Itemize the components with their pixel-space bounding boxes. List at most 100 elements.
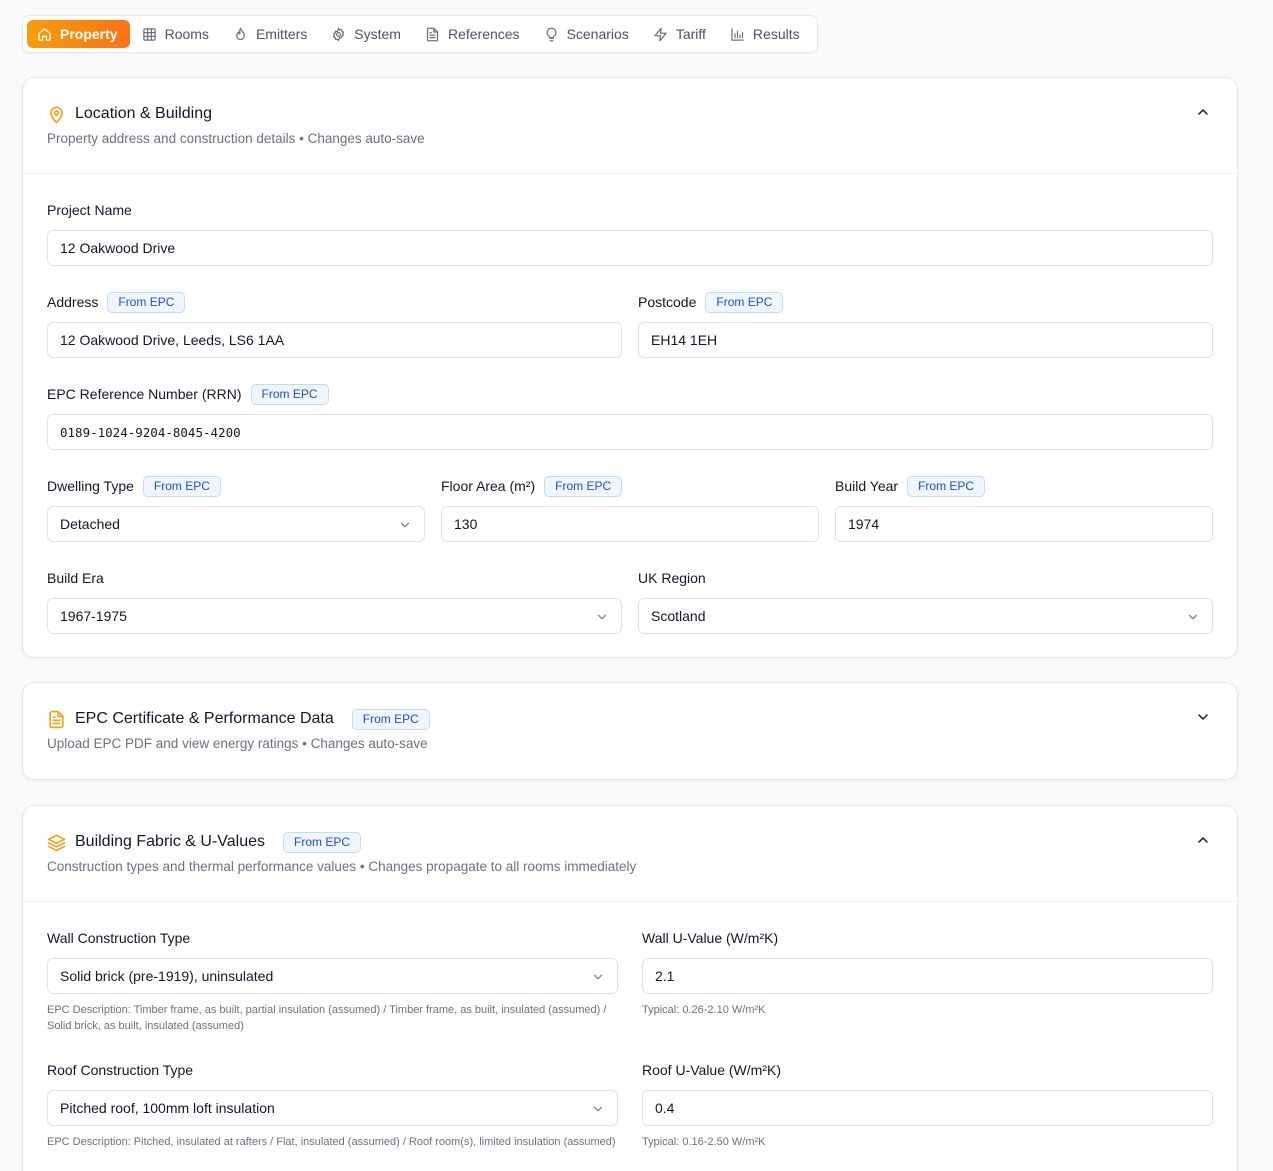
roof-construction-select[interactable]: Pitched roof, 100mm loft insulation [47, 1090, 618, 1126]
map-pin-icon [47, 105, 66, 124]
floor-area-input[interactable]: 130 [441, 506, 819, 542]
tab-references[interactable]: References [413, 20, 532, 48]
build-era-select[interactable]: 1967-1975 [47, 598, 622, 634]
location-building-card: Location & Building Property address and… [22, 77, 1238, 658]
tab-scenarios[interactable]: Scenarios [532, 20, 641, 48]
lightbulb-icon [546, 27, 556, 41]
project-name-field: Project Name 12 Oakwood Drive [47, 199, 1213, 267]
tab-results-label: Results [752, 26, 800, 42]
chevron-up-icon[interactable] [1195, 832, 1211, 848]
uk-region-select[interactable]: Scotland [638, 598, 1213, 634]
chevron-up-icon[interactable] [1195, 104, 1211, 120]
address-input[interactable]: 12 Oakwood Drive, Leeds, LS6 1AA [47, 322, 622, 358]
location-card-title: Location & Building [75, 105, 212, 122]
wall-construction-value: Solid brick (pre-1919), uninsulated [60, 968, 274, 984]
chevron-down-icon [1186, 610, 1200, 624]
fabric-card-divider [23, 901, 1237, 902]
build-year-label: Build Year [835, 478, 899, 494]
roof-construction-value: Pitched roof, 100mm loft insulation [60, 1100, 275, 1116]
roof-u-value-label: Roof U-Value (W/m²K) [642, 1062, 781, 1078]
roof-construction-field: Roof Construction Type Pitched roof, 100… [47, 1059, 618, 1169]
tab-rooms[interactable]: Rooms [130, 20, 221, 48]
wall-construction-select[interactable]: Solid brick (pre-1919), uninsulated [47, 958, 618, 994]
dwelling-type-select[interactable]: Detached [47, 506, 425, 542]
from-epc-badge: From EPC [283, 831, 362, 853]
chevron-down-icon [591, 970, 605, 984]
from-epc-badge: From EPC [107, 291, 186, 313]
uk-region-field: UK Region Scotland [638, 567, 1213, 635]
tab-scenarios-label: Scenarios [566, 26, 629, 42]
epc-rrn-field: EPC Reference Number (RRN) From EPC 0189… [47, 383, 1213, 451]
floor-area-field: Floor Area (m²) From EPC 130 [441, 475, 819, 543]
layers-icon [47, 833, 66, 852]
epc-card-subtitle: Upload EPC PDF and view energy ratings •… [47, 736, 428, 751]
from-epc-badge: From EPC [142, 475, 221, 497]
chevron-down-icon [595, 610, 609, 624]
epc-rrn-input[interactable]: 0189-1024-9204-8045-4200 [47, 414, 1213, 450]
build-era-label: Build Era [47, 570, 104, 586]
lightning-icon [654, 27, 667, 41]
wall-u-value-input[interactable]: 2.1 [642, 958, 1213, 994]
epc-card-title: EPC Certificate & Performance Data [75, 710, 334, 727]
epc-certificate-card: EPC Certificate & Performance Data From … [22, 682, 1238, 780]
build-era-value: 1967-1975 [60, 608, 127, 624]
tab-emitters-label: Emitters [255, 26, 308, 42]
epc-rrn-label: EPC Reference Number (RRN) [47, 386, 242, 402]
from-epc-badge: From EPC [705, 291, 784, 313]
postcode-input[interactable]: EH14 1EH [638, 322, 1213, 358]
dwelling-type-label: Dwelling Type [47, 478, 134, 494]
tab-references-label: References [447, 26, 520, 42]
epc-card-header[interactable]: EPC Certificate & Performance Data From … [23, 683, 1237, 778]
dwelling-type-value: Detached [60, 516, 120, 532]
build-year-field: Build Year From EPC 1974 [835, 475, 1213, 543]
location-card-divider [23, 173, 1237, 174]
wall-u-value-typical: Typical: 0.26-2.10 W/m²K [642, 1004, 766, 1016]
from-epc-badge: From EPC [907, 475, 986, 497]
tab-system[interactable]: System [319, 20, 413, 48]
tab-tariff[interactable]: Tariff [641, 20, 718, 48]
roof-epc-description: EPC Description: Pitched, insulated at r… [47, 1136, 616, 1148]
home-icon [38, 27, 51, 41]
project-name-input[interactable]: 12 Oakwood Drive [47, 230, 1213, 266]
location-card-subtitle: Property address and construction detail… [47, 131, 425, 146]
project-name-label: Project Name [47, 202, 132, 218]
wall-u-value-label: Wall U-Value (W/m²K) [642, 930, 779, 946]
building-fabric-card: Building Fabric & U-Values From EPC Cons… [22, 805, 1238, 1171]
uk-region-label: UK Region [638, 570, 706, 586]
postcode-field: Postcode From EPC EH14 1EH [638, 291, 1213, 359]
tab-emitters[interactable]: Emitters [221, 20, 319, 48]
wall-construction-field: Wall Construction Type Solid brick (pre-… [47, 927, 618, 1037]
tab-property-label: Property [60, 26, 118, 42]
roof-u-value-typical: Typical: 0.16-2.50 W/m²K [642, 1136, 766, 1148]
address-label: Address [47, 294, 99, 310]
file-text-icon [47, 710, 66, 729]
from-epc-badge: From EPC [544, 475, 623, 497]
tab-system-label: System [354, 26, 401, 42]
tab-rooms-label: Rooms [164, 26, 209, 42]
wall-epc-description: EPC Description: Timber frame, as built,… [47, 1004, 607, 1032]
roof-construction-label: Roof Construction Type [47, 1062, 194, 1078]
build-era-field: Build Era 1967-1975 [47, 567, 622, 635]
tab-property[interactable]: Property [27, 20, 130, 48]
document-icon [426, 27, 439, 41]
location-card-header[interactable]: Location & Building Property address and… [23, 78, 1237, 173]
chevron-down-icon [398, 518, 412, 532]
from-epc-badge: From EPC [250, 383, 329, 405]
tab-tariff-label: Tariff [675, 26, 706, 42]
address-field: Address From EPC 12 Oakwood Drive, Leeds… [47, 291, 622, 359]
fabric-card-title: Building Fabric & U-Values [75, 833, 266, 850]
chevron-down-icon[interactable] [1195, 709, 1211, 725]
floor-area-label: Floor Area (m²) [441, 478, 536, 494]
gear-icon [333, 27, 345, 41]
dwelling-type-field: Dwelling Type From EPC Detached [47, 475, 425, 543]
tab-results[interactable]: Results [718, 20, 812, 48]
roof-u-value-input[interactable]: 0.4 [642, 1090, 1213, 1126]
wall-construction-label: Wall Construction Type [47, 930, 191, 946]
chevron-down-icon [591, 1102, 605, 1116]
uk-region-value: Scotland [651, 608, 706, 624]
flame-icon [236, 27, 245, 40]
main-tab-bar: Property Rooms Emitters System Reference… [22, 15, 818, 53]
build-year-input[interactable]: 1974 [835, 506, 1213, 542]
fabric-card-header[interactable]: Building Fabric & U-Values From EPC Cons… [23, 806, 1237, 901]
from-epc-badge: From EPC [351, 708, 430, 730]
